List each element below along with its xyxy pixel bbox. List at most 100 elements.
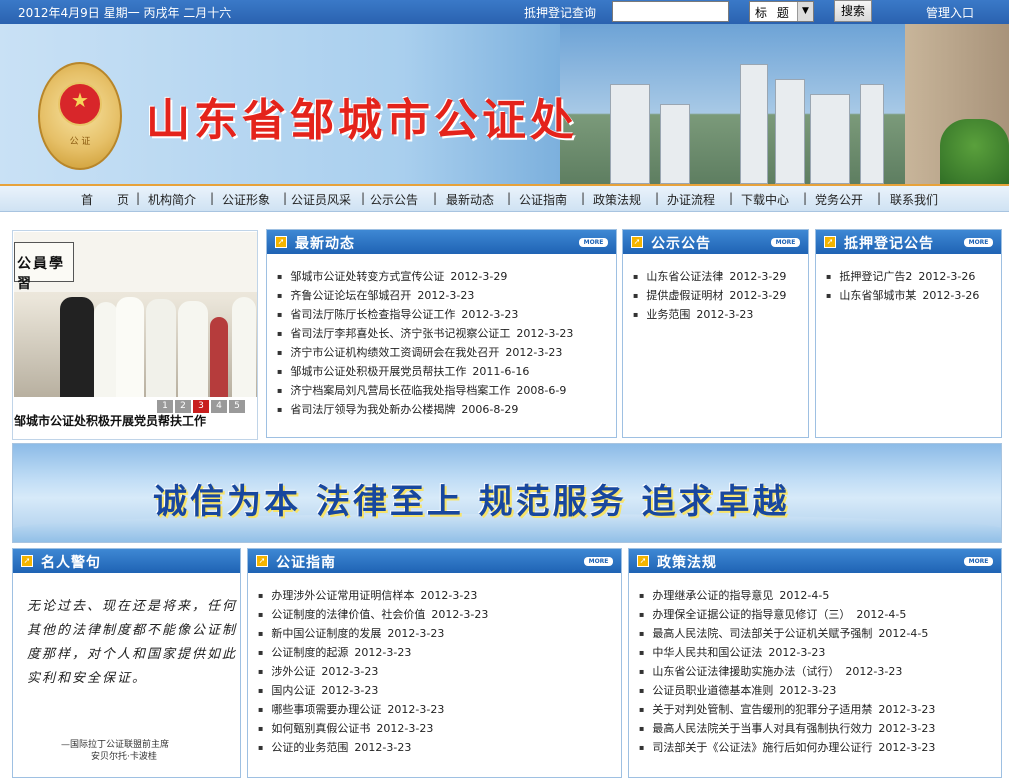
policy-item[interactable]: 山东省公证法律援助实施办法（试行） 2012-3-23 bbox=[639, 662, 935, 681]
guide-item-title[interactable]: 公证制度的法律价值、社会价值 bbox=[271, 608, 425, 621]
news-item[interactable]: 济宁档案局刘凡营局长莅临我处指导档案工作 2008-6-9 bbox=[277, 381, 573, 400]
notice-item-title[interactable]: 业务范围 bbox=[646, 308, 690, 321]
news-item[interactable]: 省司法厅领导为我处新办公楼揭牌 2006-8-29 bbox=[277, 400, 573, 419]
slide-page-4[interactable]: 4 bbox=[211, 400, 227, 413]
chevron-down-icon[interactable]: ▼ bbox=[797, 2, 813, 21]
guide-item[interactable]: 公证的业务范围 2012-3-23 bbox=[258, 738, 488, 757]
notice-item-title[interactable]: 提供虚假证明材 bbox=[646, 289, 723, 302]
nav-item-news[interactable]: 最新动态 bbox=[446, 191, 494, 208]
search-button[interactable]: 搜索 bbox=[834, 0, 872, 22]
panel-arrow-icon: ➚ bbox=[631, 236, 643, 248]
guide-item[interactable]: 办理涉外公证常用证明信样本 2012-3-23 bbox=[258, 586, 488, 605]
slide-page-5[interactable]: 5 bbox=[229, 400, 245, 413]
guide-item-title[interactable]: 新中国公证制度的发展 bbox=[271, 627, 381, 640]
nav-item-party[interactable]: 党务公开 bbox=[815, 191, 863, 208]
notice-item[interactable]: 山东省公证法律 2012-3-29 bbox=[633, 267, 786, 286]
guide-more-button[interactable]: MORE bbox=[584, 557, 613, 566]
guide-item-title[interactable]: 国内公证 bbox=[271, 684, 315, 697]
guide-item[interactable]: 新中国公证制度的发展 2012-3-23 bbox=[258, 624, 488, 643]
slideshow-caption[interactable]: 邹城市公证处积极开展党员帮扶工作 bbox=[14, 412, 206, 429]
news-item-title[interactable]: 济宁档案局刘凡营局长莅临我处指导档案工作 bbox=[290, 384, 510, 397]
policy-item[interactable]: 最高人民法院、司法部关于公证机关赋予强制 2012-4-5 bbox=[639, 624, 935, 643]
notice-more-button[interactable]: MORE bbox=[771, 238, 800, 247]
guide-panel: ➚ 公证指南 MORE 办理涉外公证常用证明信样本2012-3-23公证制度的法… bbox=[247, 548, 622, 778]
notice-item[interactable]: 提供虚假证明材 2012-3-29 bbox=[633, 286, 786, 305]
guide-item-date: 2012-3-23 bbox=[321, 665, 379, 678]
policy-item[interactable]: 最高人民法院关于当事人对具有强制执行效力 2012-3-23 bbox=[639, 719, 935, 738]
guide-item-title[interactable]: 涉外公证 bbox=[271, 665, 315, 678]
pledge-more-button[interactable]: MORE bbox=[964, 238, 993, 247]
policy-item[interactable]: 办理继承公证的指导意见 2012-4-5 bbox=[639, 586, 935, 605]
admin-login-link[interactable]: 管理入口 bbox=[926, 4, 974, 21]
news-more-button[interactable]: MORE bbox=[579, 238, 608, 247]
policy-item-title[interactable]: 最高人民法院关于当事人对具有强制执行效力 bbox=[652, 722, 872, 735]
search-field-select[interactable]: 标 题 ▼ bbox=[749, 1, 814, 22]
guide-item-title[interactable]: 公证制度的起源 bbox=[271, 646, 348, 659]
nav-item-contact[interactable]: 联系我们 bbox=[890, 191, 938, 208]
nav-item-guide[interactable]: 公证指南 bbox=[519, 191, 567, 208]
news-item[interactable]: 邹城市公证处转变方式宣传公证 2012-3-29 bbox=[277, 267, 573, 286]
search-input[interactable] bbox=[612, 1, 729, 22]
policy-item-title[interactable]: 公证员职业道德基本准则 bbox=[652, 684, 773, 697]
pledge-item-title[interactable]: 山东省邹城市某 bbox=[839, 289, 916, 302]
nav-item-about[interactable]: 机构简介 bbox=[148, 191, 196, 208]
news-item-date: 2012-3-23 bbox=[417, 289, 475, 302]
guide-item[interactable]: 公证制度的起源 2012-3-23 bbox=[258, 643, 488, 662]
pledge-item[interactable]: 山东省邹城市某 2012-3-26 bbox=[826, 286, 979, 305]
notary-emblem-logo: ★ 公 证 bbox=[38, 62, 122, 170]
news-item[interactable]: 齐鲁公证论坛在邹城召开 2012-3-23 bbox=[277, 286, 573, 305]
news-item[interactable]: 省司法厅陈厅长检查指导公证工作 2012-3-23 bbox=[277, 305, 573, 324]
nav-item-image[interactable]: 公证形象 bbox=[222, 191, 270, 208]
news-item-title[interactable]: 省司法厅李邦喜处长、济宁张书记视察公证工 bbox=[290, 327, 510, 340]
nav-item-download[interactable]: 下载中心 bbox=[741, 191, 789, 208]
policy-item-title[interactable]: 办理保全证据公证的指导意见修订（三） bbox=[652, 608, 850, 621]
news-item[interactable]: 济宁市公证机构绩效工资调研会在我处召开 2012-3-23 bbox=[277, 343, 573, 362]
guide-item[interactable]: 哪些事项需要办理公证 2012-3-23 bbox=[258, 700, 488, 719]
policy-item-title[interactable]: 关于对判处管制、宣告缓刑的犯罪分子适用禁 bbox=[652, 703, 872, 716]
policy-item-date: 2012-3-23 bbox=[878, 722, 936, 735]
policy-item[interactable]: 中华人民共和国公证法 2012-3-23 bbox=[639, 643, 935, 662]
guide-item[interactable]: 国内公证 2012-3-23 bbox=[258, 681, 488, 700]
policy-item[interactable]: 司法部关于《公证法》施行后如何办理公证行 2012-3-23 bbox=[639, 738, 935, 757]
guide-item-title[interactable]: 公证的业务范围 bbox=[271, 741, 348, 754]
pledge-item[interactable]: 抵押登记广告2 2012-3-26 bbox=[826, 267, 979, 286]
slideshow-photo[interactable]: 公員學習 bbox=[14, 232, 257, 397]
search-field-value: 标 题 bbox=[755, 6, 792, 20]
guide-item-title[interactable]: 哪些事项需要办理公证 bbox=[271, 703, 381, 716]
policy-more-button[interactable]: MORE bbox=[964, 557, 993, 566]
policy-item-title[interactable]: 司法部关于《公证法》施行后如何办理公证行 bbox=[652, 741, 872, 754]
news-item-title[interactable]: 济宁市公证机构绩效工资调研会在我处召开 bbox=[290, 346, 499, 359]
news-item-title[interactable]: 省司法厅陈厅长检查指导公证工作 bbox=[290, 308, 455, 321]
news-item-title[interactable]: 齐鲁公证论坛在邹城召开 bbox=[290, 289, 411, 302]
nav-item-policy[interactable]: 政策法规 bbox=[593, 191, 641, 208]
policy-item[interactable]: 关于对判处管制、宣告缓刑的犯罪分子适用禁 2012-3-23 bbox=[639, 700, 935, 719]
guide-item-title[interactable]: 如何甄别真假公证书 bbox=[271, 722, 370, 735]
news-item-title[interactable]: 邹城市公证处转变方式宣传公证 bbox=[290, 270, 444, 283]
news-item[interactable]: 省司法厅李邦喜处长、济宁张书记视察公证工 2012-3-23 bbox=[277, 324, 573, 343]
policy-item[interactable]: 公证员职业道德基本准则 2012-3-23 bbox=[639, 681, 935, 700]
notice-item-title[interactable]: 山东省公证法律 bbox=[646, 270, 723, 283]
nav-item-process[interactable]: 办证流程 bbox=[667, 191, 715, 208]
guide-item[interactable]: 涉外公证 2012-3-23 bbox=[258, 662, 488, 681]
guide-item[interactable]: 如何甄别真假公证书 2012-3-23 bbox=[258, 719, 488, 738]
nav-item-notice[interactable]: 公示公告 bbox=[370, 191, 418, 208]
nav-item-notaries[interactable]: 公证员风采 bbox=[291, 191, 351, 208]
notice-item[interactable]: 业务范围 2012-3-23 bbox=[633, 305, 786, 324]
pledge-item-title[interactable]: 抵押登记广告2 bbox=[839, 270, 912, 283]
nav-item-home[interactable]: 首 页 bbox=[81, 191, 129, 208]
news-item-title[interactable]: 邹城市公证处积极开展党员帮扶工作 bbox=[290, 365, 466, 378]
policy-item-title[interactable]: 办理继承公证的指导意见 bbox=[652, 589, 773, 602]
photo-wall-sign: 公員學習 bbox=[14, 242, 74, 292]
news-item[interactable]: 邹城市公证处积极开展党员帮扶工作 2011-6-16 bbox=[277, 362, 573, 381]
policy-list: 办理继承公证的指导意见 2012-4-5 办理保全证据公证的指导意见修订（三） 201… bbox=[639, 586, 935, 757]
pledge-query-link[interactable]: 抵押登记查询 bbox=[524, 4, 596, 21]
guide-item[interactable]: 公证制度的法律价值、社会价值 2012-3-23 bbox=[258, 605, 488, 624]
policy-item-title[interactable]: 山东省公证法律援助实施办法（试行） bbox=[652, 665, 839, 678]
policy-item-title[interactable]: 中华人民共和国公证法 bbox=[652, 646, 762, 659]
policy-item-title[interactable]: 最高人民法院、司法部关于公证机关赋予强制 bbox=[652, 627, 872, 640]
policy-panel-title: 政策法规 bbox=[657, 555, 717, 571]
guide-item-date: 2012-3-23 bbox=[387, 703, 445, 716]
policy-item[interactable]: 办理保全证据公证的指导意见修订（三） 2012-4-5 bbox=[639, 605, 935, 624]
guide-item-title[interactable]: 办理涉外公证常用证明信样本 bbox=[271, 589, 414, 602]
news-item-title[interactable]: 省司法厅领导为我处新办公楼揭牌 bbox=[290, 403, 455, 416]
